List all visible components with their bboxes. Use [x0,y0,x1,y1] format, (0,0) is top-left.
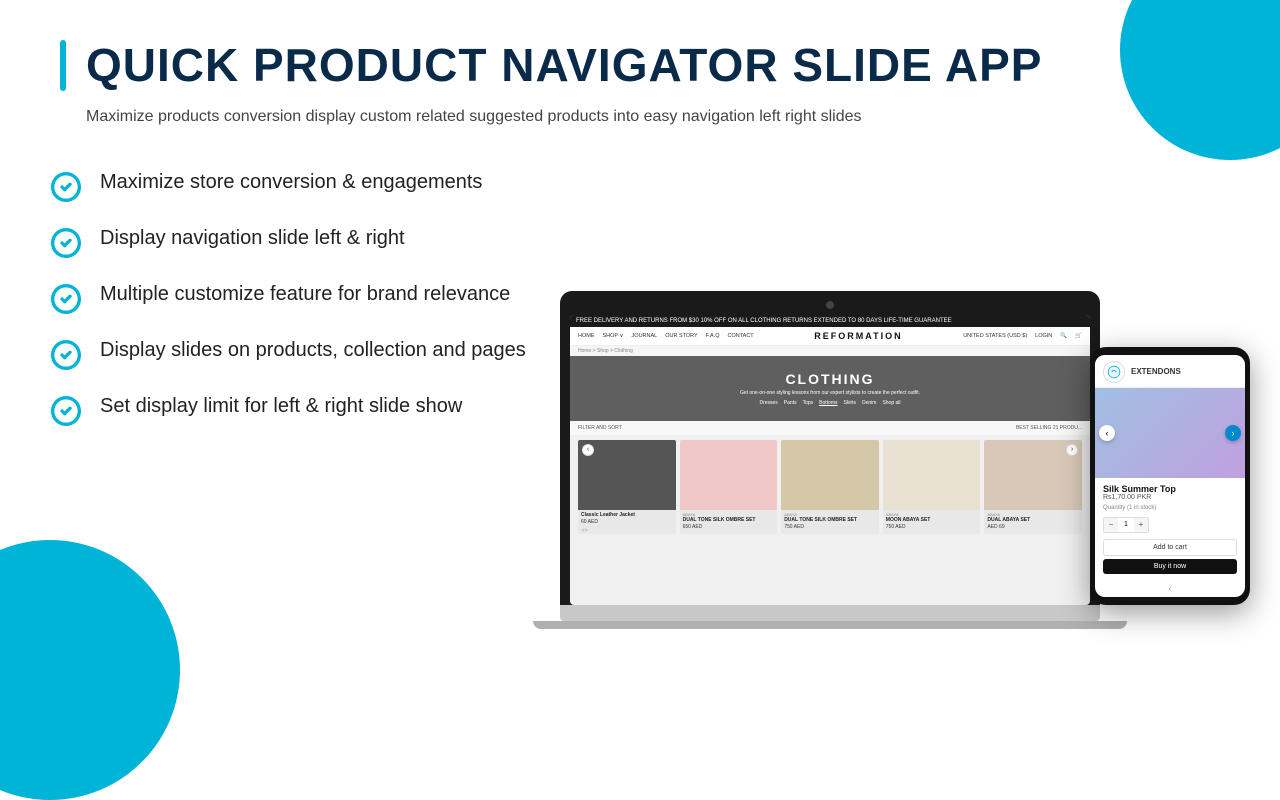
site-breadcrumb: Home > Shop > Clothing [570,346,1090,356]
site-hero: CLOTHING Get one-on-one styling lessons … [570,356,1090,421]
feature-text-4: Display slides on products, collection a… [100,337,526,364]
announcement-text: FREE DELIVERY AND RETURNS FROM $30 10% O… [576,318,952,324]
phone-qty-value: 1 [1118,518,1134,532]
feature-item-5: Set display limit for left & right slide… [50,393,530,427]
phone-add-to-cart-button[interactable]: Add to cart [1103,539,1237,556]
phone-qty-minus[interactable]: − [1104,518,1118,532]
phone-nav-right-arrow[interactable]: › [1225,425,1241,441]
title-accent-bar [60,40,66,91]
extendons-logo [1103,361,1125,383]
product-card-info-2: ABAYA DUAL TONE SILK OMBRE SET 650 AED [680,510,778,532]
product-card-3: ABAYA DUAL TONE SILK OMBRE SET 750 AED [781,440,879,534]
phone-qty-plus[interactable]: + [1134,518,1148,532]
title-block: QUICK PRODUCT NAVIGATOR SLIDE APP [60,40,1220,91]
site-nav-links: HOME SHOP ∨ JOURNAL OUR STORY F.A.Q CONT… [578,333,754,339]
phone-qty-stepper[interactable]: − 1 + [1103,517,1149,533]
phone-buy-now-button[interactable]: Buy it now [1103,559,1237,574]
devices-section: FREE DELIVERY AND RETURNS FROM $30 10% O… [560,149,1230,629]
feature-item-1: Maximize store conversion & engagements [50,169,530,203]
header-section: QUICK PRODUCT NAVIGATOR SLIDE APP Maximi… [0,0,1280,139]
product-card-2: ABAYA DUAL TONE SILK OMBRE SET 650 AED [680,440,778,534]
product-price-1: 60 AED [581,519,673,525]
product-card-info-3: ABAYA DUAL TONE SILK OMBRE SET 750 AED [781,510,879,532]
extendons-brand: EXTENDONS [1131,367,1181,376]
phone-bottom-nav: ‹ [1095,580,1245,597]
filter-right: BEST SELLING 21 PRODU... [1016,425,1082,431]
laptop-screen-outer: FREE DELIVERY AND RETURNS FROM $30 10% O… [560,291,1100,605]
product-card-img-2 [680,440,778,510]
check-icon-2 [50,227,82,259]
check-icon-1 [50,171,82,203]
products-container: Classic Leather Jacket 60 AED ◁ ▷ ABAYA [570,436,1090,538]
site-hero-sub: Get one-on-one styling lessons from our … [740,390,920,396]
phone-nav-left-arrow[interactable]: ‹ [1099,425,1115,441]
main-body: Maximize store conversion & engagements … [0,139,1280,720]
feature-text-5: Set display limit for left & right slide… [100,393,462,420]
product-card-4: ABAYA MOON ABAYA SET 750 AED [883,440,981,534]
laptop-base [560,605,1100,621]
product-card-img-3 [781,440,879,510]
site-announcement-bar: FREE DELIVERY AND RETURNS FROM $30 10% O… [570,315,1090,327]
phone-product-info: Silk Summer Top Rs1,70.00 PKR Quantity (… [1095,478,1245,580]
check-icon-3 [50,283,82,315]
phone-product-image: ‹ › [1095,388,1245,478]
site-filter-bar: FILTER AND SORT BEST SELLING 21 PRODU... [570,421,1090,436]
laptop-screen: FREE DELIVERY AND RETURNS FROM $30 10% O… [570,315,1090,605]
product-card-img-4 [883,440,981,510]
site-logo: REFORMATION [814,331,902,341]
phone-product-price: Rs1,70.00 PKR [1103,494,1237,501]
page-title: QUICK PRODUCT NAVIGATOR SLIDE APP [86,40,1042,91]
laptop-camera [826,301,834,309]
feature-text-1: Maximize store conversion & engagements [100,169,482,196]
laptop-mockup: FREE DELIVERY AND RETURNS FROM $30 10% O… [560,291,1100,629]
features-list: Maximize store conversion & engagements … [50,149,530,427]
product-card-info-1: Classic Leather Jacket 60 AED ◁ ▷ [578,510,676,534]
feature-item-2: Display navigation slide left & right [50,225,530,259]
feature-text-3: Multiple customize feature for brand rel… [100,281,510,308]
feature-item-4: Display slides on products, collection a… [50,337,530,371]
site-nav: HOME SHOP ∨ JOURNAL OUR STORY F.A.Q CONT… [570,327,1090,346]
feature-text-2: Display navigation slide left & right [100,225,405,252]
check-icon-4 [50,339,82,371]
phone-qty-row: Quantity (1 in stock) [1103,505,1237,511]
phone-qty-label: Quantity (1 in stock) [1103,505,1156,511]
product-name-1: Classic Leather Jacket [581,512,673,518]
product-card-info-4: ABAYA MOON ABAYA SET 750 AED [883,510,981,532]
page-subtitle: Maximize products conversion display cus… [60,105,1160,129]
phone-product-name: Silk Summer Top [1103,484,1237,494]
feature-item-3: Multiple customize feature for brand rel… [50,281,530,315]
product-card-info-5: ABAYA DUAL ABAYA SET AED 69 [984,510,1082,532]
phone-qty-control-row: − 1 + [1103,517,1237,533]
site-products: Classic Leather Jacket 60 AED ◁ ▷ ABAYA [570,436,1090,538]
extendons-icon [1107,365,1121,379]
phone-header: EXTENDONS [1095,355,1245,388]
laptop-nav-arrow-left[interactable]: ‹ [582,444,594,456]
site-nav-right: UNITED STATES (USD $) LOGIN 🔍 🛒 [963,333,1082,339]
laptop-foot [533,621,1127,629]
phone-screen: EXTENDONS ‹ › Silk Summer Top Rs1,70.00 … [1095,355,1245,597]
filter-left: FILTER AND SORT [578,425,622,431]
phone-mockup: EXTENDONS ‹ › Silk Summer Top Rs1,70.00 … [1090,347,1250,605]
site-hero-title: CLOTHING [785,371,874,387]
site-hero-links: Dresses Pants Tops Bottoms Skirts Denim … [759,400,900,406]
check-icon-5 [50,395,82,427]
laptop-nav-arrow-right[interactable]: › [1066,444,1078,456]
